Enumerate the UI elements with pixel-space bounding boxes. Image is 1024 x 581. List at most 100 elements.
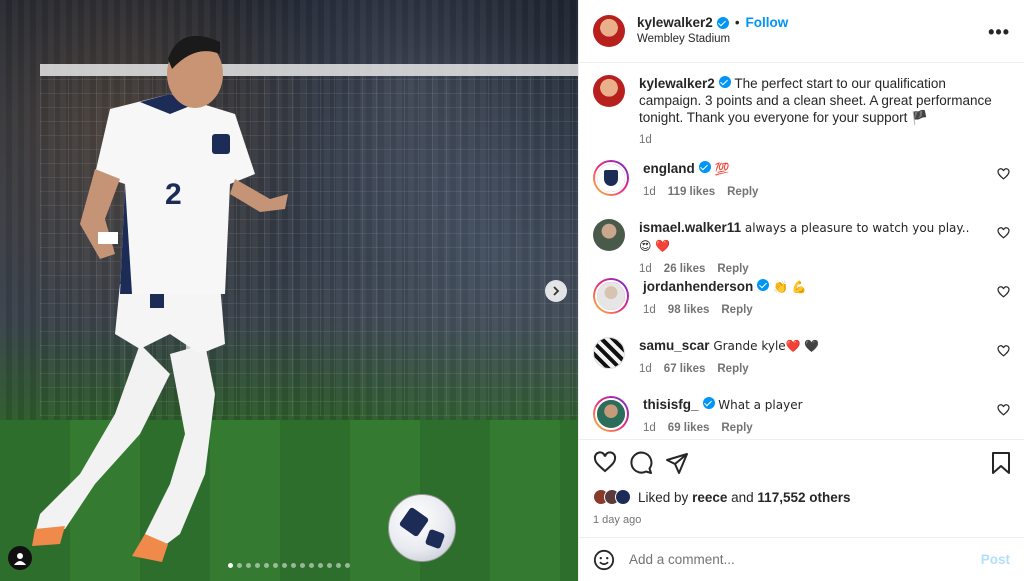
avatar[interactable] xyxy=(593,219,625,251)
comment-username[interactable]: ismael.walker11 xyxy=(639,220,741,235)
carousel-dot xyxy=(309,563,314,568)
follow-button[interactable]: Follow xyxy=(746,14,789,31)
comment-likes[interactable]: 119 likes xyxy=(668,186,715,198)
location-link[interactable]: Wembley Stadium xyxy=(637,31,788,48)
comment-row: samu_scar Grande kyle❤️ 🖤 1d 67 likes Reply xyxy=(593,337,1010,396)
comment-time[interactable]: 1d xyxy=(643,186,656,198)
comment-bubble-icon[interactable] xyxy=(629,451,653,475)
carousel-dot xyxy=(327,563,332,568)
avatar xyxy=(597,164,625,192)
story-ring[interactable] xyxy=(593,396,629,432)
avatar[interactable] xyxy=(593,15,625,47)
carousel-dot xyxy=(291,563,296,568)
post-actions: Liked by reece and 117,552 others 1 day … xyxy=(579,439,1024,581)
comment-time[interactable]: 1d xyxy=(639,363,652,375)
comment-input[interactable] xyxy=(629,552,981,567)
comment-text: 💯 xyxy=(714,162,730,176)
comment-username[interactable]: thisisfg_ xyxy=(643,397,699,412)
next-slide-button[interactable] xyxy=(545,280,567,302)
carousel-indicators xyxy=(228,563,350,568)
likes-summary[interactable]: Liked by reece and 117,552 others xyxy=(593,486,1010,508)
liked-by-user[interactable]: reece xyxy=(692,490,727,505)
comment-text: What a player xyxy=(718,398,803,412)
avatar[interactable] xyxy=(593,75,625,107)
chevron-right-icon xyxy=(553,286,560,296)
carousel-dot xyxy=(246,563,251,568)
post-timestamp[interactable]: 1 day ago xyxy=(593,514,1010,526)
like-heart-icon[interactable] xyxy=(593,451,617,475)
liked-by-and: and xyxy=(731,489,754,505)
avatar xyxy=(615,489,631,505)
post-caption: kylewalker2 The perfect start to our qua… xyxy=(593,75,1010,146)
verified-badge-icon xyxy=(698,161,711,173)
comment-time[interactable]: 1d xyxy=(643,422,656,434)
comment-row: ismael.walker11 always a pleasure to wat… xyxy=(593,219,1010,278)
comment-likes[interactable]: 69 likes xyxy=(668,422,710,434)
liked-by-prefix: Liked by xyxy=(638,489,689,505)
comment-username[interactable]: jordanhenderson xyxy=(643,279,753,294)
comment-row: england 💯 1d 119 likes Reply xyxy=(593,160,1010,219)
avatar[interactable] xyxy=(593,337,625,369)
user-icon xyxy=(14,553,26,565)
comment-time[interactable]: 1d xyxy=(643,304,656,316)
reply-button[interactable]: Reply xyxy=(721,422,752,434)
verified-badge-icon xyxy=(718,76,731,88)
caption-time[interactable]: 1d xyxy=(639,134,652,146)
liker-avatars xyxy=(593,489,631,505)
comment-likes[interactable]: 67 likes xyxy=(664,363,706,375)
story-ring[interactable] xyxy=(593,278,629,314)
separator-bullet: • xyxy=(734,15,740,30)
comment-text: 👏 💪 xyxy=(773,280,807,294)
carousel-dot xyxy=(345,563,350,568)
emoji-smiley-icon[interactable] xyxy=(593,549,615,571)
comment-like-heart-icon[interactable] xyxy=(997,168,1010,181)
save-bookmark-icon[interactable] xyxy=(990,451,1012,475)
comment-likes[interactable]: 98 likes xyxy=(668,304,710,316)
more-options-icon[interactable]: ••• xyxy=(988,22,1010,43)
carousel-dot xyxy=(255,563,260,568)
comment-like-heart-icon[interactable] xyxy=(997,345,1010,358)
carousel-dot xyxy=(336,563,341,568)
verified-badge-icon xyxy=(702,397,715,409)
comment-like-heart-icon[interactable] xyxy=(997,286,1010,299)
carousel-dot xyxy=(264,563,269,568)
player-figure: 2 xyxy=(32,35,288,562)
comment-row: jordanhenderson 👏 💪 1d 98 likes Reply xyxy=(593,278,1010,337)
carousel-dot xyxy=(318,563,323,568)
tagged-users-button[interactable] xyxy=(8,546,32,570)
carousel-dot xyxy=(228,563,233,568)
carousel-dot xyxy=(237,563,242,568)
verified-badge-icon xyxy=(757,279,770,291)
verified-badge-icon xyxy=(716,16,729,29)
reply-button[interactable]: Reply xyxy=(727,186,758,198)
soccer-ball xyxy=(388,494,456,562)
comment-likes[interactable]: 26 likes xyxy=(664,263,706,275)
post-media[interactable]: 2 xyxy=(0,0,578,581)
comments-list[interactable]: kylewalker2 The perfect start to our qua… xyxy=(579,63,1024,439)
liked-by-others[interactable]: 117,552 others xyxy=(757,490,850,505)
avatar xyxy=(597,282,625,310)
add-comment-bar: Post xyxy=(579,537,1024,581)
comment-username[interactable]: samu_scar xyxy=(639,338,710,353)
comment-like-heart-icon[interactable] xyxy=(997,404,1010,417)
comment-text: Grande kyle❤️ 🖤 xyxy=(713,339,820,353)
reply-button[interactable]: Reply xyxy=(717,363,748,375)
story-ring[interactable] xyxy=(593,160,629,196)
header-username[interactable]: kylewalker2 xyxy=(637,14,713,31)
comment-row: thisisfg_ What a player 1d 69 likes Reply xyxy=(593,396,1010,439)
comment-username[interactable]: england xyxy=(643,161,695,176)
post-header: kylewalker2 • Follow Wembley Stadium ••• xyxy=(579,0,1024,63)
carousel-dot xyxy=(300,563,305,568)
reply-button[interactable]: Reply xyxy=(721,304,752,316)
post-detail-panel: kylewalker2 • Follow Wembley Stadium •••… xyxy=(578,0,1024,581)
jersey-number: 2 xyxy=(165,178,182,211)
carousel-dot xyxy=(273,563,278,568)
post-comment-button[interactable]: Post xyxy=(981,552,1010,567)
reply-button[interactable]: Reply xyxy=(717,263,748,275)
england-crest-icon xyxy=(604,170,618,186)
caption-username[interactable]: kylewalker2 xyxy=(639,76,715,91)
share-send-icon[interactable] xyxy=(665,451,689,475)
comment-like-heart-icon[interactable] xyxy=(997,227,1010,240)
carousel-dot xyxy=(282,563,287,568)
comment-time[interactable]: 1d xyxy=(639,263,652,275)
